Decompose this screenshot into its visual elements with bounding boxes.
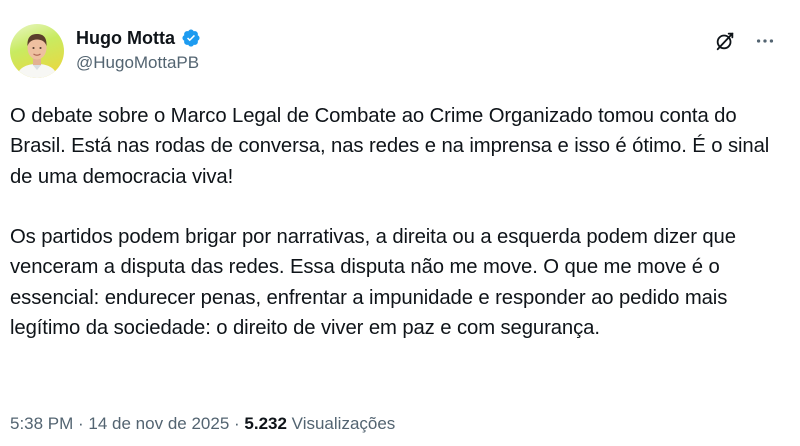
handle[interactable]: @HugoMottaPB: [76, 53, 201, 73]
tweet-actions-top: [712, 28, 778, 54]
meta-separator: ·: [73, 414, 89, 433]
views-label: Visualizações: [291, 414, 396, 433]
more-icon[interactable]: [752, 28, 778, 54]
meta-separator: ·: [229, 414, 245, 433]
tweet-time[interactable]: 5:38 PM: [10, 414, 73, 433]
avatar-photo: [16, 34, 58, 78]
tweet-paragraph: Os partidos podem brigar por narrativas,…: [10, 226, 736, 340]
tweet-paragraph: O debate sobre o Marco Legal de Combate …: [10, 105, 770, 188]
display-name[interactable]: Hugo Motta: [76, 28, 175, 49]
grok-icon[interactable]: [712, 28, 738, 54]
avatar[interactable]: [10, 24, 64, 78]
tweet: Hugo Motta @HugoMottaPB O debate sobre o…: [0, 0, 800, 446]
tweet-meta: 5:38 PM · 14 de nov de 2025 · 5.232 Visu…: [10, 414, 395, 434]
author-block: Hugo Motta @HugoMottaPB: [76, 25, 201, 73]
tweet-text: O debate sobre o Marco Legal de Combate …: [10, 101, 790, 343]
views-count: 5.232: [244, 414, 287, 433]
tweet-date[interactable]: 14 de nov de 2025: [88, 414, 229, 433]
name-row: Hugo Motta: [76, 25, 201, 51]
verified-badge-icon[interactable]: [181, 28, 201, 48]
